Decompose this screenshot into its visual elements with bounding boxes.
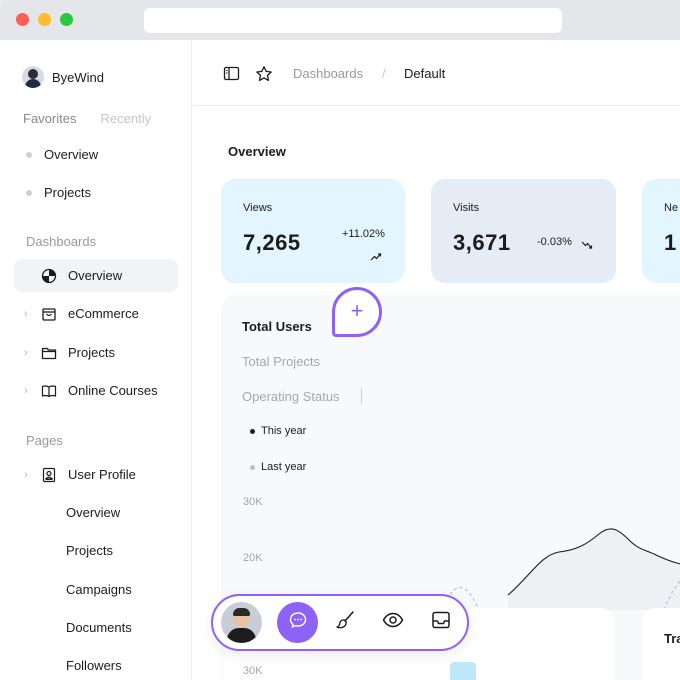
section-dashboards: Dashboards [26,234,97,249]
folder-icon [40,344,58,362]
brand-name: ByeWind [52,69,105,85]
avatar[interactable] [221,602,262,643]
brand-avatar [22,66,44,88]
favorite-item-overview[interactable]: Overview [26,147,98,162]
y-tick-30k: 30K [243,496,263,508]
subitem-followers[interactable]: Followers [66,658,122,673]
maximize-window-button[interactable] [60,13,73,26]
legend-last-year[interactable]: Last year [250,461,306,473]
eye-icon [382,609,404,636]
floating-toolbar [211,594,469,651]
breadcrumb-dashboards[interactable]: Dashboards [293,66,363,81]
trend-down-icon [581,237,593,255]
nav-label: eCommerce [68,306,139,321]
subitem-projects[interactable]: Projects [66,543,113,558]
legend-this-year[interactable]: This year [250,425,306,437]
favorite-label: Projects [44,185,91,200]
tab-favorites[interactable]: Favorites [23,111,76,126]
tab-operating-status[interactable]: Operating Status [242,389,340,404]
line-chart [441,528,680,610]
plus-icon: + [350,298,364,323]
inbox-button[interactable] [429,610,453,634]
favorite-label: Overview [44,147,99,162]
tab-total-projects[interactable]: Total Projects [242,354,320,369]
pie-chart-icon [40,267,58,285]
card-change: -0.03% [537,236,572,248]
sidebar-item-user-profile[interactable]: › User Profile [14,458,178,491]
card-label: Ne [664,202,679,214]
trend-up-icon [370,249,382,267]
inbox-tray-icon [431,610,451,635]
main-content: Dashboards / Default Overview Views 7,26… [193,40,680,680]
sidebar-item-online-courses[interactable]: › Online Courses [14,374,178,407]
legend-dot [250,428,255,434]
y-tick-20k: 20K [243,552,263,564]
stat-card-visits[interactable]: Visits 3,671 -0.03% [431,179,616,283]
stat-card-views[interactable]: Views 7,265 +11.02% [221,179,405,283]
bar-mark [450,662,476,680]
favorite-item-projects[interactable]: Projects [26,185,91,200]
book-icon [40,382,58,400]
brush-button[interactable] [333,610,357,634]
sidebar-item-overview[interactable]: Overview [14,259,178,292]
section-pages: Pages [26,433,63,448]
subitem-documents[interactable]: Documents [66,620,132,635]
traffic-title: Tra [664,631,680,646]
sidebar-item-projects[interactable]: › Projects [14,336,178,369]
top-bar: Dashboards / Default [193,40,680,106]
card-change: +11.02% [342,228,385,240]
y-tick-30k-bottom: 30K [243,665,263,677]
bullet-icon [26,151,32,158]
breadcrumb-default: Default [404,66,446,81]
nav-label: Projects [68,345,115,360]
breadcrumb-separator: / [382,66,386,81]
sidebar: ByeWind Favorites Recently Overview Proje… [0,40,192,680]
preview-button[interactable] [381,610,405,634]
chevron-right-icon: › [24,307,28,320]
favorites-tabs: Favorites Recently [23,111,151,126]
shopping-bag-icon [40,305,58,323]
chevron-right-icon: › [24,346,28,359]
sidebar-item-ecommerce[interactable]: › eCommerce [14,297,178,330]
title-bar [0,0,680,40]
card-value: 1 [664,230,677,255]
bullet-icon [26,189,32,196]
browser-window: ByeWind Favorites Recently Overview Proje… [0,0,680,680]
legend-label: Last year [261,461,307,473]
tab-total-users[interactable]: Total Users [242,319,312,334]
id-card-icon [40,466,58,484]
address-bar[interactable] [144,8,562,33]
paint-brush-icon [334,609,356,636]
card-label: Views [243,202,273,214]
sidebar-toggle-icon[interactable] [223,65,240,82]
card-label: Visits [453,202,480,214]
chevron-right-icon: › [24,468,28,481]
chat-bubble-icon [288,610,308,635]
subitem-campaigns[interactable]: Campaigns [66,582,132,597]
brand[interactable]: ByeWind [22,66,104,88]
minimize-window-button[interactable] [38,13,51,26]
nav-label: Online Courses [68,383,158,398]
tab-recently[interactable]: Recently [100,111,151,126]
tab-divider [361,388,362,404]
card-value: 3,671 [453,230,511,255]
legend-label: This year [261,425,307,437]
overview-title: Overview [228,144,286,159]
star-icon[interactable] [255,65,272,82]
legend-dot [250,464,255,470]
card-value: 7,265 [243,230,301,255]
nav-label: User Profile [68,467,136,482]
comment-button[interactable] [277,602,318,643]
chevron-right-icon: › [24,384,28,397]
subitem-overview[interactable]: Overview [66,505,120,520]
add-comment-bubble[interactable]: + [332,287,382,337]
stat-card-new[interactable]: Ne 1 [642,179,680,283]
nav-label: Overview [68,268,123,283]
close-window-button[interactable] [16,13,29,26]
